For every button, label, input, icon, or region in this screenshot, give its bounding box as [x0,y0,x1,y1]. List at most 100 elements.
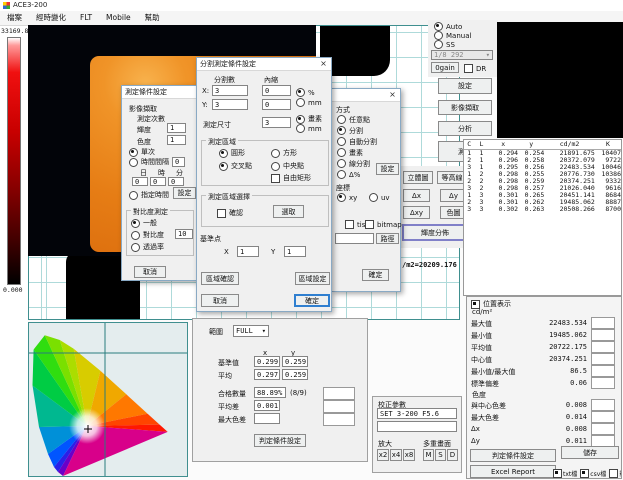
min-field[interactable]: 0 [168,177,184,186]
method-radio-circle[interactable] [337,148,346,157]
confirm-checkbox[interactable]: 確認 [217,208,243,218]
menu-item-2[interactable]: FLT [73,11,99,25]
file-check-txt檔[interactable]: txt檔 [553,467,577,479]
method-radio-circle[interactable] [337,115,346,124]
menu-item-1[interactable]: 經時變化 [29,11,73,25]
percent-radio[interactable]: % [296,88,315,97]
transmit-radio-circle[interactable] [131,243,140,252]
cross-radio[interactable]: 交叉點 [219,161,252,171]
bitmap-checkbox-box[interactable] [365,220,374,229]
judge-settings-button[interactable]: 判定條件設定 [470,449,556,462]
uv-radio-circle[interactable] [369,193,378,202]
method-radio-circle[interactable] [337,137,346,146]
percent-radio-circle[interactable] [296,88,305,97]
single-radio[interactable]: 單次 [129,147,155,157]
avg-x-field[interactable]: 0.297 [254,369,280,380]
xy-radio[interactable]: xy [337,193,357,202]
y-inset-field[interactable]: 0 [262,99,291,110]
interval-field[interactable]: 0 [172,157,185,167]
method-radio-circle[interactable] [337,159,346,168]
mm2-radio[interactable]: mm [296,124,322,133]
mm2-radio-circle[interactable] [296,124,305,133]
square-radio-circle[interactable] [271,149,280,158]
path-field[interactable] [335,233,374,244]
freerect-checkbox[interactable]: 自由矩形 [271,173,311,183]
avg-y-field[interactable]: 0.259 [282,369,308,380]
dialog-measure-titlebar[interactable]: 測定條件設定 [122,86,196,99]
contrast-radio-circle[interactable] [131,231,140,240]
size-field[interactable]: 3 [262,117,291,128]
capture-button[interactable]: 影像擷取 [438,100,492,115]
frag-checkbox-box[interactable] [345,220,354,229]
xy-radio-circle[interactable] [337,193,346,202]
method-option-3[interactable]: 畫素 [337,147,397,158]
dr-checkbox[interactable]: DR [464,64,486,73]
dialog-split-titlebar[interactable]: 分割測定條件設定 × [197,58,331,71]
center-radio[interactable]: 中央點 [271,161,304,171]
gain-button[interactable]: 0gain [431,62,459,73]
delta-xy-button[interactable]: Δxy [403,206,430,219]
specified-time-radio-circle[interactable] [129,191,138,200]
settings-button[interactable]: 設定 [438,78,492,94]
specified-time-radio[interactable]: 指定時間 [129,190,169,200]
contrast-value-field[interactable]: 10 [175,229,193,239]
pick-button[interactable]: 選取 [273,205,304,218]
delta-x-button[interactable]: Δx [403,189,430,202]
confirm-checkbox-box[interactable] [217,209,226,218]
close-icon[interactable]: × [317,59,330,69]
uv-radio[interactable]: uv [369,193,390,202]
multiview-S-button[interactable]: S [435,449,446,461]
multiview-D-button[interactable]: D [447,449,458,461]
contrast-radio[interactable]: 對比度 [131,230,164,240]
mm-radio-circle[interactable] [296,98,305,107]
exposure-radio-circle[interactable] [434,31,443,40]
path-button[interactable]: 路徑 [376,233,399,244]
file-check-影像檔[interactable]: 影像檔 [609,467,622,479]
zoom-x4-button[interactable]: x4 [390,449,402,461]
dialog-method-titlebar[interactable]: × [332,89,400,102]
single-radio-circle[interactable] [129,148,138,157]
range-judge-button[interactable]: 判定條件設定 [254,434,306,447]
base-x-field[interactable]: 1 [237,246,259,257]
preview-image[interactable] [497,22,623,138]
view-3d-button[interactable]: 立體圖 [403,171,433,184]
general-radio[interactable]: 一般 [131,218,157,228]
split-cancel-button[interactable]: 取消 [201,294,239,307]
method-radio-circle[interactable] [337,126,346,135]
pixel-radio-circle[interactable] [296,115,305,124]
exposure-mode-auto[interactable]: Auto [434,22,462,31]
time-set-button[interactable]: 設定 [173,187,196,199]
shutter-dropdown[interactable]: 1/8 292▾ [431,50,493,60]
table-row[interactable]: 330.3020.26320508.2668700 [464,206,621,213]
exposure-mode-ss[interactable]: SS [434,40,455,49]
file-check-box[interactable] [553,469,562,478]
file-check-box[interactable] [580,469,589,478]
square-radio[interactable]: 方形 [271,148,297,158]
method-ok-button[interactable]: 確定 [362,269,389,281]
method-radio-circle[interactable] [337,170,346,179]
bitmap-checkbox[interactable]: bitmap [365,220,402,229]
cross-radio-circle[interactable] [219,162,228,171]
base-y-field[interactable]: 1 [284,246,306,257]
x-div-field[interactable]: 3 [212,85,248,96]
range-dropdown[interactable]: FULL▾ [233,325,269,337]
method-set-button[interactable]: 設定 [376,163,399,175]
circle-radio[interactable]: 圓形 [219,148,245,158]
method-option-2[interactable]: 自動分割 [337,136,397,147]
method-option-0[interactable]: 任意點 [337,114,397,125]
measurement-table[interactable]: CLxycd/m2K 110.2940.25421891.67510407210… [463,139,622,296]
transmit-radio[interactable]: 透過率 [131,242,164,252]
zoom-x2-button[interactable]: x2 [377,449,389,461]
interval-radio-circle[interactable] [129,158,138,167]
cie-diagram-panel[interactable] [28,322,188,477]
luminance-dist-button[interactable]: 輝度分佈 [402,224,468,241]
measure-cancel-button[interactable]: 取消 [134,266,166,278]
exposure-radio-circle[interactable] [434,22,443,31]
x-inset-field[interactable]: 0 [262,85,291,96]
area-confirm-button[interactable]: 區域確認 [201,272,239,285]
chroma-count-field[interactable]: 1 [167,135,186,145]
file-check-csv檔[interactable]: csv檔 [580,467,606,479]
zoom-x8-button[interactable]: x8 [403,449,415,461]
exposure-radio-circle[interactable] [434,40,443,49]
ref-x-field[interactable]: 0.299 [254,356,280,367]
